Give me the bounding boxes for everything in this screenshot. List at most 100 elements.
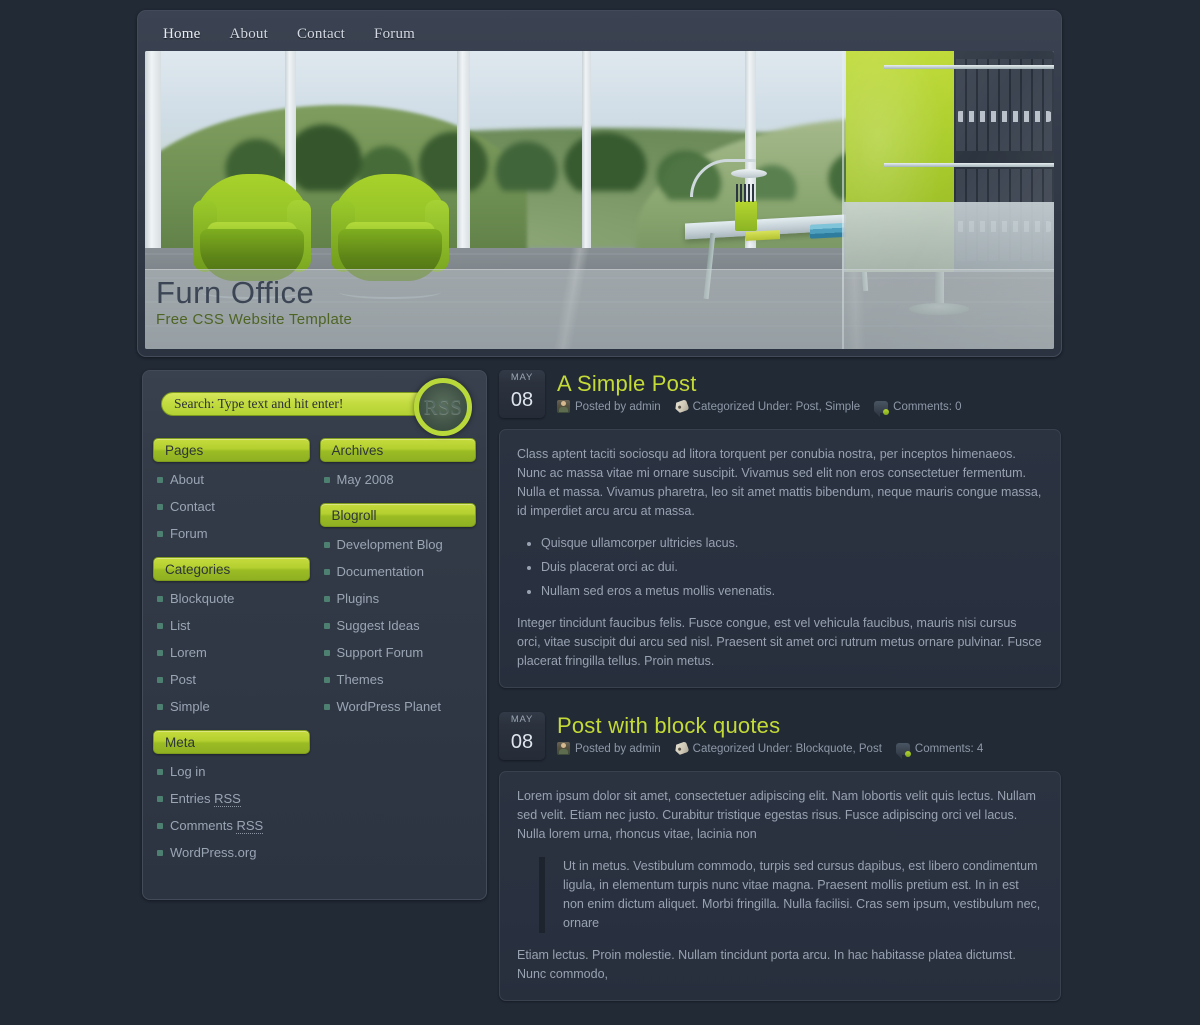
- list-item: Log in: [153, 763, 310, 781]
- list-item: Suggest Ideas: [320, 617, 477, 635]
- rss-abbr: RSS: [236, 818, 264, 834]
- list-item: Entries RSS: [153, 790, 310, 808]
- post-bullet-list: Quisque ullamcorper ultricies lacus. Dui…: [541, 534, 1043, 601]
- list-item: Support Forum: [320, 644, 477, 662]
- sidebar-link-development-blog[interactable]: Development Blog: [337, 537, 443, 552]
- list-item: Contact: [153, 498, 310, 516]
- window-mullion: [145, 51, 161, 266]
- list-item: Quisque ullamcorper ultricies lacus.: [541, 534, 1043, 553]
- sidebar-column-right: Archives May 2008 Blogroll Development B…: [319, 438, 477, 876]
- sidebar-columns: Pages About Contact Forum Categories Blo…: [153, 438, 476, 876]
- post-categories-label[interactable]: Categorized Under: Blockquote, Post: [693, 743, 882, 755]
- post-heading-block: Post with block quotes Posted by admin C…: [557, 712, 1061, 759]
- widget-list-meta: Log in Entries RSS Comments RSS WordPres…: [153, 763, 310, 862]
- post-author: Posted by admin: [557, 742, 661, 755]
- post-meta: Posted by admin Categorized Under: Post,…: [557, 400, 1061, 417]
- site-title: Furn Office: [156, 275, 315, 310]
- sidebar-link-blockquote[interactable]: Blockquote: [170, 591, 234, 606]
- post-date-badge: MAY 08: [499, 712, 545, 760]
- sidebar: RSS Pages About Contact Forum: [142, 370, 487, 900]
- rss-feed-icon[interactable]: RSS: [414, 378, 472, 436]
- comment-icon: [874, 400, 890, 417]
- list-item: Documentation: [320, 563, 477, 581]
- post-comments-label[interactable]: Comments: 4: [915, 743, 983, 755]
- post-comments-label[interactable]: Comments: 0: [893, 401, 961, 413]
- sidebar-link-wordpress-planet[interactable]: WordPress Planet: [337, 699, 442, 714]
- sidebar-link-documentation[interactable]: Documentation: [337, 564, 424, 579]
- widget-title-meta: Meta: [153, 730, 310, 754]
- post-title-link[interactable]: A Simple Post: [557, 371, 697, 396]
- list-item: Comments RSS: [153, 817, 310, 835]
- list-item: WordPress Planet: [320, 698, 477, 716]
- widget-pages: Pages About Contact Forum: [153, 438, 310, 543]
- link-text: Comments: [170, 818, 237, 833]
- list-item: Forum: [153, 525, 310, 543]
- link-text: Entries: [170, 791, 215, 806]
- sidebar-link-suggest-ideas[interactable]: Suggest Ideas: [337, 618, 420, 633]
- post-header: MAY 08 A Simple Post Posted by admin Cat…: [499, 370, 1061, 418]
- sidebar-link-post[interactable]: Post: [170, 672, 196, 687]
- post-blockquote: Ut in metus. Vestibulum commodo, turpis …: [539, 857, 1043, 933]
- post-header: MAY 08 Post with block quotes Posted by …: [499, 712, 1061, 760]
- widget-meta: Meta Log in Entries RSS Comments RSS Wor…: [153, 730, 310, 862]
- widget-list-archives: May 2008: [320, 471, 477, 489]
- nav-item-forum[interactable]: Forum: [374, 26, 436, 43]
- nav-item-about[interactable]: About: [229, 26, 289, 43]
- widget-list-blogroll: Development Blog Documentation Plugins S…: [320, 536, 477, 716]
- page-wrapper: Home About Contact Forum Furn Office Fre…: [137, 10, 1062, 1025]
- sidebar-link-about[interactable]: About: [170, 472, 204, 487]
- post-categories: Categorized Under: Blockquote, Post: [675, 743, 882, 755]
- sidebar-link-plugins[interactable]: Plugins: [337, 591, 380, 606]
- post-title: Post with block quotes: [557, 712, 1061, 739]
- header-banner: Furn Office Free CSS Website Template: [145, 51, 1054, 349]
- post-date-month: MAY: [510, 372, 534, 383]
- post-paragraph: Lorem ipsum dolor sit amet, consectetuer…: [517, 789, 1036, 841]
- post-author: Posted by admin: [557, 400, 661, 413]
- widget-title-archives: Archives: [319, 438, 476, 462]
- list-item: List: [153, 617, 310, 635]
- title-overlay: Furn Office Free CSS Website Template: [145, 269, 1054, 349]
- main-navigation: Home About Contact Forum: [145, 18, 1054, 51]
- widget-title-pages: Pages: [153, 438, 310, 462]
- widget-list-categories: Blockquote List Lorem Post Simple: [153, 590, 310, 716]
- sidebar-link-login[interactable]: Log in: [170, 764, 205, 779]
- post-heading-block: A Simple Post Posted by admin Categorize…: [557, 370, 1061, 417]
- nav-item-home[interactable]: Home: [163, 26, 221, 43]
- post-article: MAY 08 Post with block quotes Posted by …: [499, 712, 1061, 1001]
- list-item: Duis placerat orci ac dui.: [541, 558, 1043, 577]
- sidebar-column-left: Pages About Contact Forum Categories Blo…: [153, 438, 310, 876]
- sidebar-link-themes[interactable]: Themes: [337, 672, 384, 687]
- post-title: A Simple Post: [557, 370, 1061, 397]
- post-date-day: 08: [510, 731, 534, 753]
- post-title-link[interactable]: Post with block quotes: [557, 713, 780, 738]
- post-paragraph: Class aptent taciti sociosqu ad litora t…: [517, 447, 1042, 518]
- header-shell: Home About Contact Forum Furn Office Fre…: [137, 10, 1062, 357]
- post-categories-label[interactable]: Categorized Under: Post, Simple: [693, 401, 860, 413]
- sidebar-link-comments-rss[interactable]: Comments RSS: [170, 818, 264, 834]
- sidebar-link-simple[interactable]: Simple: [170, 699, 210, 714]
- widget-list-pages: About Contact Forum: [153, 471, 310, 543]
- sidebar-link-contact[interactable]: Contact: [170, 499, 215, 514]
- search-row: RSS: [153, 378, 476, 436]
- widget-categories: Categories Blockquote List Lorem Post Si…: [153, 557, 310, 716]
- desk-pad: [746, 230, 780, 241]
- sidebar-link-entries-rss[interactable]: Entries RSS: [170, 791, 241, 807]
- rss-label: RSS: [423, 394, 463, 419]
- list-item: Nullam sed eros a metus mollis venenatis…: [541, 582, 1043, 601]
- widget-title-blogroll: Blogroll: [319, 503, 476, 527]
- post-article: MAY 08 A Simple Post Posted by admin Cat…: [499, 370, 1061, 688]
- post-date-badge: MAY 08: [499, 370, 545, 418]
- list-item: Simple: [153, 698, 310, 716]
- content-columns: RSS Pages About Contact Forum: [137, 370, 1062, 1025]
- sidebar-link-support-forum[interactable]: Support Forum: [337, 645, 424, 660]
- user-icon: [557, 400, 570, 413]
- list-item: Lorem: [153, 644, 310, 662]
- nav-item-contact[interactable]: Contact: [297, 26, 366, 43]
- sidebar-link-forum[interactable]: Forum: [170, 526, 208, 541]
- sidebar-link-wordpress-org[interactable]: WordPress.org: [170, 845, 256, 860]
- sidebar-link-list[interactable]: List: [170, 618, 190, 633]
- sidebar-link-may-2008[interactable]: May 2008: [337, 472, 394, 487]
- search-input[interactable]: [161, 392, 441, 416]
- sidebar-link-lorem[interactable]: Lorem: [170, 645, 207, 660]
- desk-lamp-head: [731, 169, 767, 178]
